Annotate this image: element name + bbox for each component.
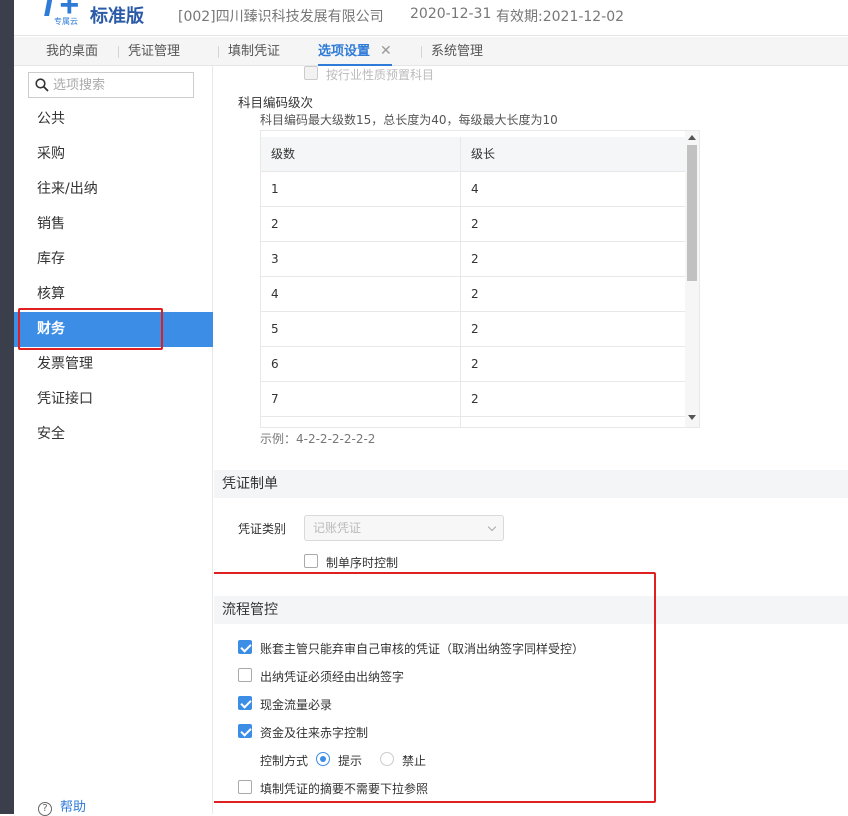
sidebar-item-security[interactable]: 安全: [14, 417, 213, 452]
valid-until: 有效期:2021-12-02: [496, 9, 625, 25]
preset-accounts-checkbox[interactable]: [304, 66, 318, 80]
table-cell-level: 1: [261, 172, 461, 207]
sequence-control-label: 制单序时控制: [326, 556, 399, 570]
tab-close-icon[interactable]: ✕: [380, 43, 392, 59]
table-cell-length[interactable]: 2: [461, 277, 685, 312]
app-logo: T+ 专属云: [38, 0, 98, 30]
table-cell-length[interactable]: 2: [461, 382, 685, 417]
coding-example: 示例：4-2-2-2-2-2-2: [260, 432, 376, 446]
tab-label: 填制凭证: [228, 44, 281, 59]
logo-subtitle: 专属云: [54, 17, 78, 26]
sidebar-item-purchase[interactable]: 采购: [14, 137, 213, 172]
tab-option-settings[interactable]: 选项设置 ✕: [318, 37, 392, 66]
table-cell-level: 5: [261, 312, 461, 347]
settings-panel: 按行业性质预置科目 科目编码级次 科目编码最大级数15，总长度为40，每级最大长…: [214, 66, 848, 814]
tab-bar: 我的桌面 凭证管理 填制凭证 选项设置 ✕ 系统管理: [14, 37, 848, 66]
tab-label: 我的桌面: [46, 44, 99, 59]
table-cell-length[interactable]: 2: [461, 242, 685, 277]
voucher-type-select[interactable]: 记账凭证: [304, 515, 504, 541]
sidebar-item-accounting[interactable]: 核算: [14, 277, 213, 312]
tab-label: 系统管理: [431, 44, 484, 59]
sidebar-item-inventory[interactable]: 库存: [14, 242, 213, 277]
sidebar-item-invoice[interactable]: 发票管理: [14, 347, 213, 382]
voucher-type-value: 记账凭证: [313, 521, 362, 535]
table-cell-length[interactable]: [461, 417, 685, 427]
preset-accounts-label: 按行业性质预置科目: [326, 68, 435, 82]
search-icon: [35, 78, 49, 92]
chevron-down-icon: [487, 522, 497, 532]
top-header: T+ 专属云 标准版 [002]四川臻识科技发展有限公司 2020-12-31 …: [14, 0, 848, 36]
table-cell-level: 4: [261, 277, 461, 312]
company-name: [002]四川臻识科技发展有限公司: [178, 9, 384, 25]
table-cell-level: 3: [261, 242, 461, 277]
login-date: 2020-12-31: [410, 6, 492, 22]
edition-label: 标准版: [90, 6, 144, 27]
sidebar: 公共 采购 往来/出纳 销售 库存 核算 财务 发票管理 凭证接口 安全 ?帮助: [14, 66, 213, 816]
scroll-up-icon[interactable]: [688, 135, 696, 140]
table-cell-length[interactable]: 2: [461, 312, 685, 347]
table-cell-level: [261, 417, 461, 427]
table-cell-length[interactable]: 4: [461, 172, 685, 207]
search-box[interactable]: [28, 72, 194, 98]
tab-fill-voucher[interactable]: 填制凭证: [217, 37, 281, 66]
highlight-box-process: [214, 572, 656, 803]
sidebar-item-voucher-interface[interactable]: 凭证接口: [14, 382, 213, 417]
scroll-thumb[interactable]: [687, 145, 697, 281]
left-app-strip: [0, 0, 14, 814]
sequence-control-checkbox[interactable]: [304, 554, 318, 568]
table-cell-length[interactable]: 2: [461, 347, 685, 382]
header-level: 级数: [261, 137, 461, 172]
search-input[interactable]: [53, 76, 189, 94]
highlight-box-finance: [18, 308, 163, 350]
sidebar-item-ar-cashier[interactable]: 往来/出纳: [14, 172, 213, 207]
table-cell-level: 7: [261, 382, 461, 417]
tab-system-management[interactable]: 系统管理: [420, 37, 484, 66]
scroll-down-icon[interactable]: [688, 415, 696, 420]
table-header: 级数 级长: [261, 137, 685, 172]
coding-table: 级数 级长 1 4 2 2 3 2 4 2 5 2 6 2 7 2: [260, 130, 700, 428]
tab-label: 凭证管理: [128, 44, 181, 59]
sidebar-item-sales[interactable]: 销售: [14, 207, 213, 242]
table-cell-level: 6: [261, 347, 461, 382]
coding-title: 科目编码级次: [238, 95, 314, 110]
table-cell-length[interactable]: 2: [461, 207, 685, 242]
tab-voucher-management[interactable]: 凭证管理: [117, 37, 181, 66]
voucher-type-label: 凭证类别: [238, 522, 287, 536]
help-label: 帮助: [60, 800, 87, 815]
table-scrollbar[interactable]: [685, 131, 699, 427]
section-voucher-title: 凭证制单: [214, 470, 848, 498]
coding-description: 科目编码最大级数15，总长度为40，每级最大长度为10: [260, 113, 558, 127]
tab-label: 选项设置: [318, 44, 371, 59]
sidebar-item-common[interactable]: 公共: [14, 102, 213, 137]
table-cell-level: 2: [261, 207, 461, 242]
help-link[interactable]: ? 帮助: [38, 796, 86, 816]
tab-desktop[interactable]: 我的桌面: [46, 37, 98, 66]
header-length: 级长: [461, 137, 685, 172]
